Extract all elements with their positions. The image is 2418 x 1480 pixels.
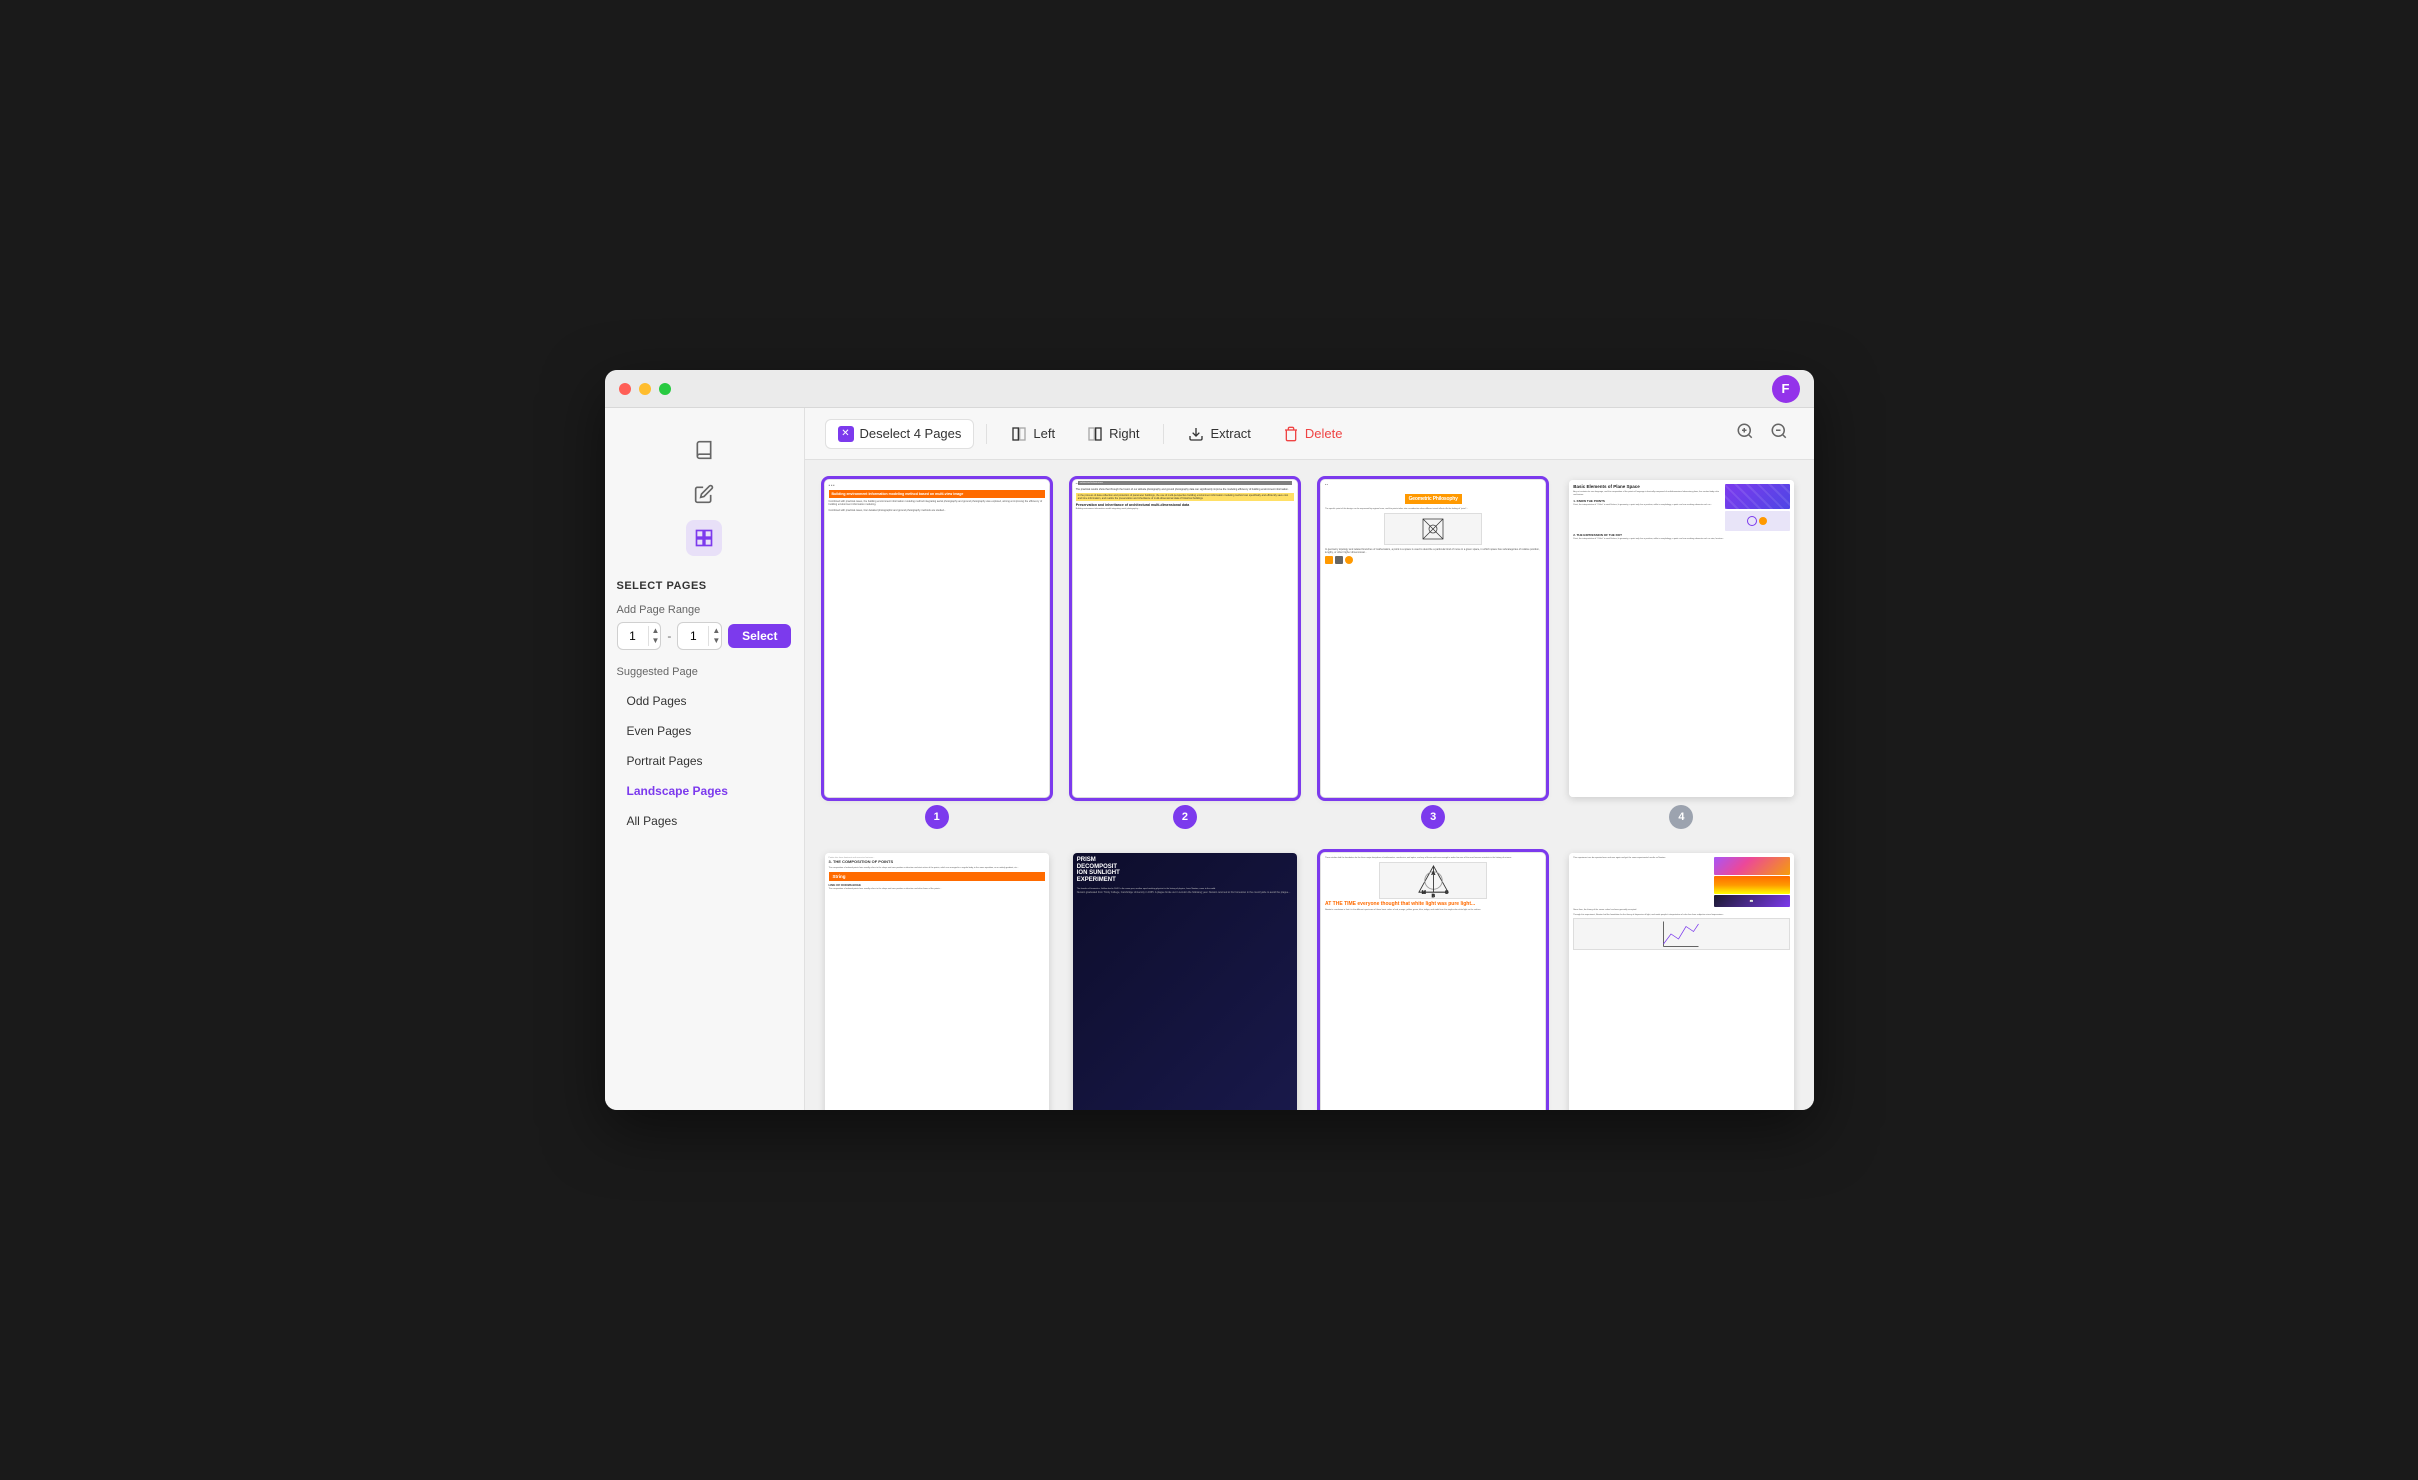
range-to-up-arrow[interactable]: ▲	[709, 626, 722, 636]
svg-text:S: S	[1445, 889, 1448, 894]
delete-label: Delete	[1305, 426, 1343, 441]
page-2-content: ■ ■ architectural infrastructure The pra…	[1073, 480, 1297, 797]
range-controls: ▲ ▼ - ▲ ▼ Select	[617, 622, 792, 650]
page-3-content: ■ ■ Geometric Philosophy The specific po…	[1321, 480, 1545, 797]
range-dash: -	[667, 629, 671, 643]
left-icon	[1011, 426, 1027, 442]
title-bar: F	[605, 370, 1814, 408]
page-thumb-5[interactable]: Points also have dominant and recessive …	[825, 853, 1049, 1110]
page-item-6[interactable]: PRISMDECOMPOSITION SUNLIGHTEXPERIMENT Th…	[1073, 853, 1297, 1110]
left-button[interactable]: Left	[999, 420, 1067, 448]
page-item-3[interactable]: ■ ■ Geometric Philosophy The specific po…	[1321, 480, 1545, 829]
zoom-in-icon	[1736, 422, 1754, 440]
sidebar: SELECT PAGES Add Page Range ▲ ▼ -	[605, 408, 805, 1110]
suggested-all-pages[interactable]: All Pages	[617, 806, 792, 836]
sidebar-edit-icon[interactable]	[686, 476, 722, 512]
zoom-out-button[interactable]	[1764, 420, 1794, 447]
deselect-label: Deselect 4 Pages	[860, 426, 962, 441]
page-thumb-7[interactable]: These studies laid the foundation for th…	[1321, 853, 1545, 1110]
right-icon	[1087, 426, 1103, 442]
page-item-7[interactable]: These studies laid the foundation for th…	[1321, 853, 1545, 1110]
right-panel: ✕ Deselect 4 Pages Left	[805, 408, 1814, 1110]
extract-button[interactable]: Extract	[1176, 420, 1262, 448]
range-from-arrows: ▲ ▼	[648, 626, 662, 645]
pages-grid: ■ ■ ■ Building environment Information m…	[825, 480, 1794, 1110]
suggested-landscape-pages[interactable]: Landscape Pages	[617, 776, 792, 806]
deselect-x-icon: ✕	[838, 426, 854, 442]
toolbar-divider-2	[1163, 424, 1164, 444]
page-item-1[interactable]: ■ ■ ■ Building environment Information m…	[825, 480, 1049, 829]
range-from-down-arrow[interactable]: ▼	[649, 636, 662, 646]
right-label: Right	[1109, 426, 1139, 441]
page-6-content: PRISMDECOMPOSITION SUNLIGHTEXPERIMENT Th…	[1073, 853, 1297, 1110]
range-to-input[interactable]	[678, 629, 708, 643]
page-thumb-1[interactable]: ■ ■ ■ Building environment Information m…	[825, 480, 1049, 797]
page-4-content: Basic Elements of Plane Space Any art co…	[1569, 480, 1793, 797]
page-thumb-4[interactable]: Basic Elements of Plane Space Any art co…	[1569, 480, 1793, 797]
range-to-arrows: ▲ ▼	[708, 626, 722, 645]
page-7-content: These studies laid the foundation for th…	[1321, 853, 1545, 1110]
page-5-content: Points also have dominant and recessive …	[825, 853, 1049, 1110]
panel-title: SELECT PAGES	[617, 580, 792, 592]
page-badge-1: 1	[925, 805, 949, 829]
page-badge-4: 4	[1669, 805, 1693, 829]
toolbar-left: ✕ Deselect 4 Pages Left	[825, 419, 1355, 449]
svg-text:B: B	[1431, 893, 1434, 898]
suggested-even-pages[interactable]: Even Pages	[617, 716, 792, 746]
page-thumb-8[interactable]: This experiment can be repeated over and…	[1569, 853, 1793, 1110]
page-8-content: This experiment can be repeated over and…	[1569, 853, 1793, 1110]
suggested-portrait-pages[interactable]: Portrait Pages	[617, 746, 792, 776]
page-thumb-6[interactable]: PRISMDECOMPOSITION SUNLIGHTEXPERIMENT Th…	[1073, 853, 1297, 1110]
fullscreen-button[interactable]	[659, 383, 671, 395]
page-badge-2: 2	[1173, 805, 1197, 829]
page-badge-3: 3	[1421, 805, 1445, 829]
deselect-button[interactable]: ✕ Deselect 4 Pages	[825, 419, 975, 449]
suggested-odd-pages[interactable]: Odd Pages	[617, 686, 792, 716]
close-button[interactable]	[619, 383, 631, 395]
sidebar-icons	[617, 424, 792, 564]
select-range-button[interactable]: Select	[728, 624, 791, 648]
range-to-down-arrow[interactable]: ▼	[709, 636, 722, 646]
range-from-input-wrap: ▲ ▼	[617, 622, 662, 650]
user-avatar[interactable]: F	[1772, 375, 1800, 403]
zoom-in-button[interactable]	[1730, 420, 1760, 447]
left-label: Left	[1033, 426, 1055, 441]
page-thumb-3[interactable]: ■ ■ Geometric Philosophy The specific po…	[1321, 480, 1545, 797]
suggested-page-title: Suggested Page	[617, 666, 792, 678]
extract-icon	[1188, 426, 1204, 442]
page-item-2[interactable]: ■ ■ architectural infrastructure The pra…	[1073, 480, 1297, 829]
range-from-up-arrow[interactable]: ▲	[649, 626, 662, 636]
toolbar: ✕ Deselect 4 Pages Left	[805, 408, 1814, 460]
add-range-label: Add Page Range	[617, 604, 792, 616]
page-item-4[interactable]: Basic Elements of Plane Space Any art co…	[1569, 480, 1793, 829]
delete-button[interactable]: Delete	[1271, 420, 1355, 448]
toolbar-divider-1	[986, 424, 987, 444]
pages-grid-container[interactable]: ■ ■ ■ Building environment Information m…	[805, 460, 1814, 1110]
svg-text:A: A	[1431, 870, 1435, 875]
page-item-8[interactable]: This experiment can be repeated over and…	[1569, 853, 1793, 1110]
main-content: SELECT PAGES Add Page Range ▲ ▼ -	[605, 408, 1814, 1110]
page-thumb-2[interactable]: ■ ■ architectural infrastructure The pra…	[1073, 480, 1297, 797]
page-item-5[interactable]: Points also have dominant and recessive …	[825, 853, 1049, 1110]
minimize-button[interactable]	[639, 383, 651, 395]
range-to-input-wrap: ▲ ▼	[677, 622, 722, 650]
page-1-content: ■ ■ ■ Building environment Information m…	[825, 480, 1049, 797]
select-pages-panel: SELECT PAGES Add Page Range ▲ ▼ -	[617, 580, 792, 1094]
extract-label: Extract	[1210, 426, 1250, 441]
range-from-input[interactable]	[618, 629, 648, 643]
zoom-controls	[1730, 420, 1794, 447]
add-page-range-section: Add Page Range ▲ ▼ -	[617, 604, 792, 650]
right-button[interactable]: Right	[1075, 420, 1151, 448]
app-window: F	[605, 370, 1814, 1110]
zoom-out-icon	[1770, 422, 1788, 440]
delete-icon	[1283, 426, 1299, 442]
sidebar-pages-icon[interactable]	[686, 520, 722, 556]
sidebar-book-icon[interactable]	[686, 432, 722, 468]
svg-text:M: M	[1421, 889, 1425, 894]
